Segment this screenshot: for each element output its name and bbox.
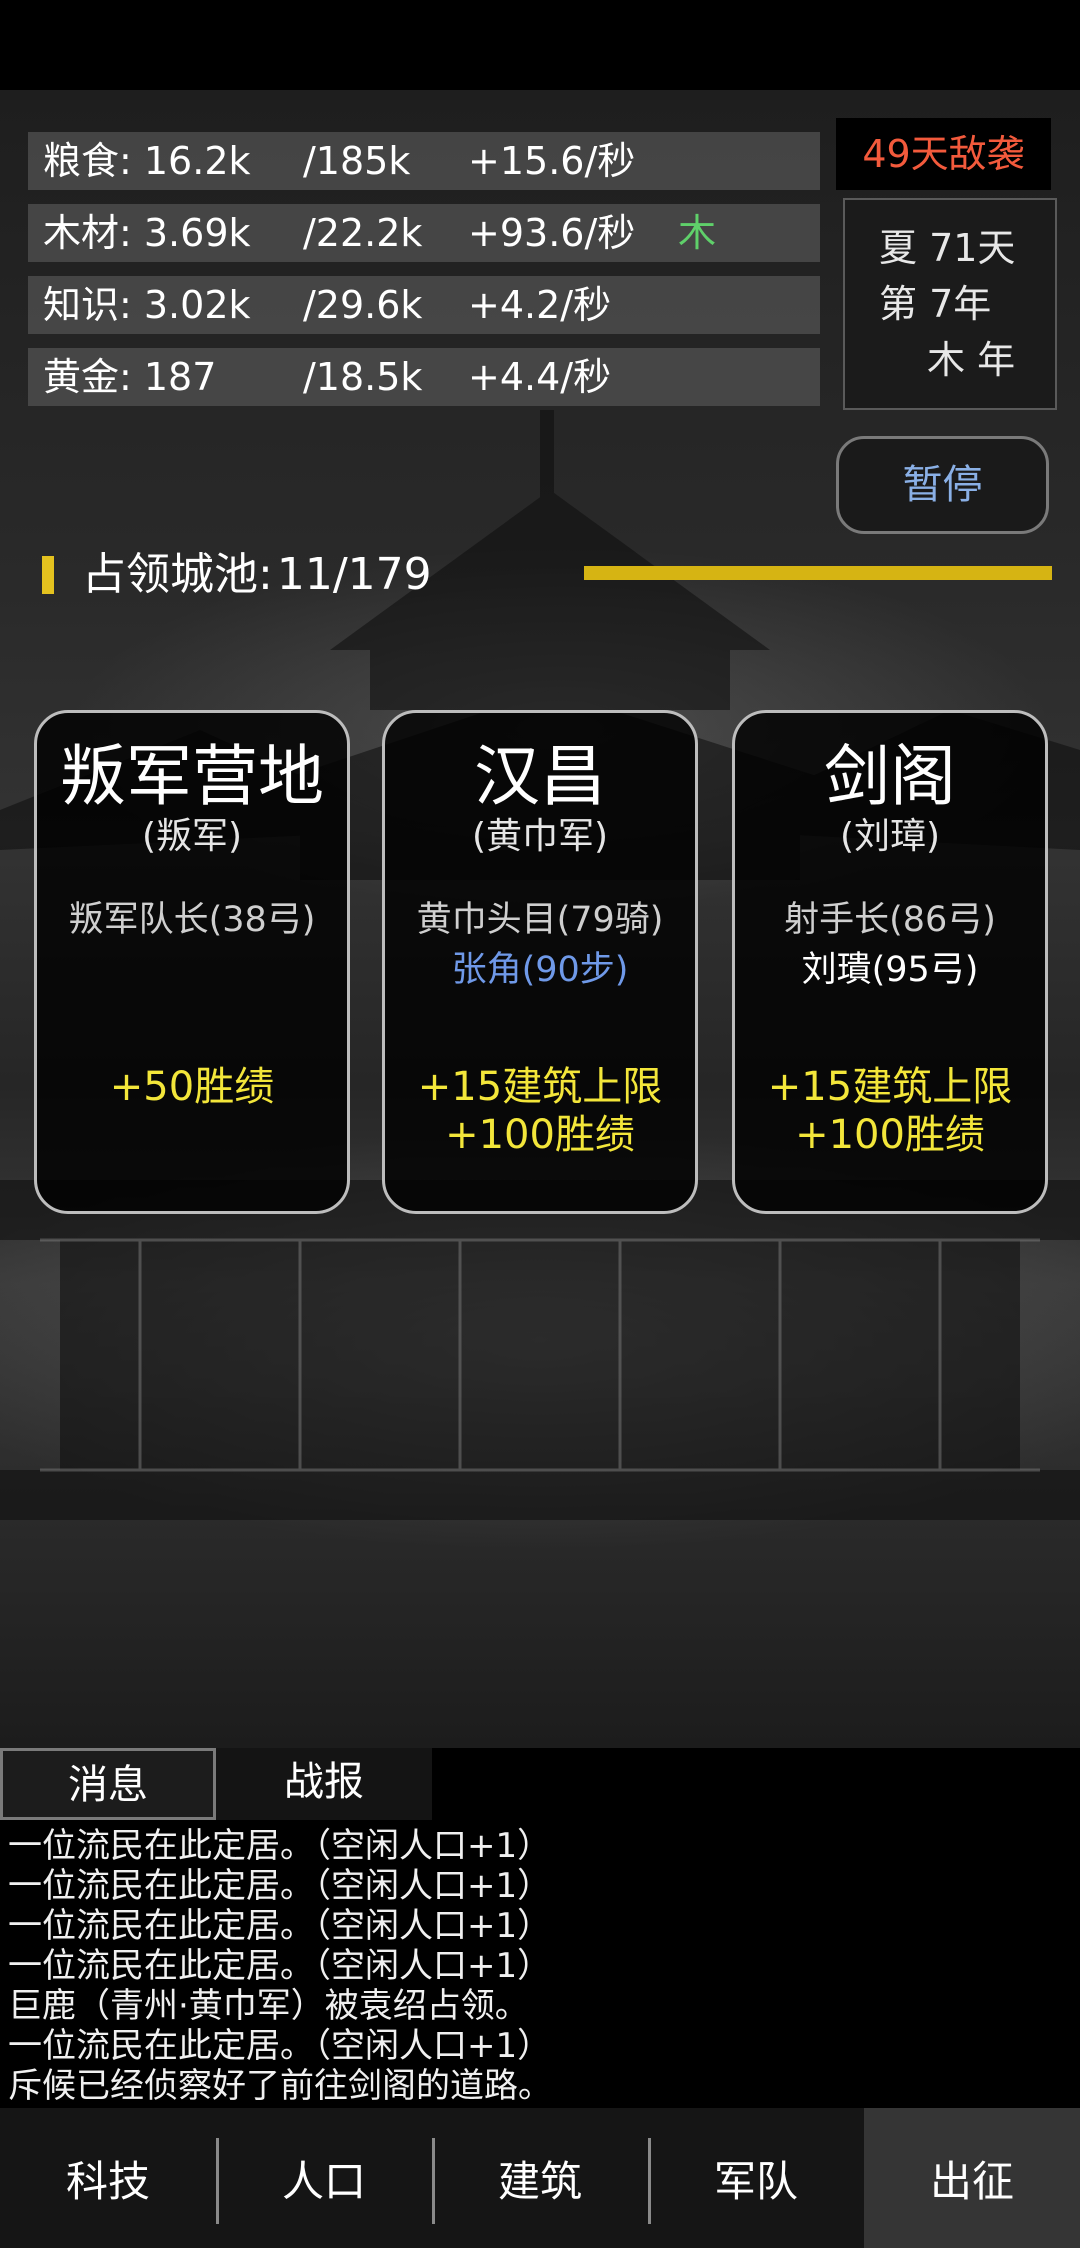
resource-capacity: /22.2k — [303, 211, 423, 255]
calendar-panel: 夏 71天 第 7年 木 年 — [843, 198, 1057, 410]
resource-amount: 粮食: 16.2k — [43, 139, 251, 183]
city-name: 汉昌 — [474, 738, 606, 815]
defender-general: 射手长(86弓) — [784, 900, 996, 940]
resource-capacity: /18.5k — [303, 355, 423, 399]
status-bar — [0, 0, 1080, 90]
resource-amount: 知识: 3.02k — [43, 283, 251, 327]
message-log[interactable]: 一位流民在此定居。（空闲人口+1） 一位流民在此定居。（空闲人口+1） 一位流民… — [0, 1820, 1080, 2108]
resource-rate: +15.6/秒 — [468, 139, 636, 183]
city-faction: (刘璋) — [839, 816, 941, 857]
log-line: 一位流民在此定居。（空闲人口+1） — [8, 1826, 552, 1866]
resource-row-food: 粮食: 16.2k /185k +15.6/秒 — [28, 132, 820, 190]
reward-line: +100胜绩 — [445, 1112, 635, 1158]
resource-row-wood: 木材: 3.69k /22.2k +93.6/秒 木 — [28, 204, 820, 262]
year-element: 木 年 — [927, 338, 1016, 382]
city-faction: (叛军) — [141, 816, 243, 857]
resource-rate: +4.2/秒 — [468, 283, 612, 327]
defender-general: 叛军队长(38弓) — [68, 900, 316, 940]
city-name: 剑阁 — [824, 738, 956, 815]
bottom-nav: 科技 人口 建筑 军队 出征 — [0, 2108, 1080, 2248]
pause-button[interactable]: 暂停 — [836, 436, 1049, 534]
section-marker — [42, 556, 54, 594]
city-rewards: +50胜绩 — [37, 1063, 347, 1111]
conquest-progress-fill — [584, 566, 1052, 580]
log-line: 一位流民在此定居。（空闲人口+1） — [8, 1866, 552, 1906]
captured-cities-count: 11/179 — [276, 549, 432, 600]
resource-amount: 黄金: 187 — [43, 355, 217, 399]
reward-line: +50胜绩 — [109, 1064, 275, 1110]
resource-row-gold: 黄金: 187 /18.5k +4.4/秒 — [28, 348, 820, 406]
log-line: 巨鹿（青州·黄巾军）被袁绍占领。 — [8, 1986, 529, 2026]
city-rewards: +15建筑上限 +100胜绩 — [385, 1063, 695, 1159]
city-rewards: +15建筑上限 +100胜绩 — [735, 1063, 1045, 1159]
city-card-hanchang[interactable]: 汉昌 (黄巾军) 黄巾头目(79骑) 张角(90步) +15建筑上限 +100胜… — [382, 710, 698, 1214]
year-number: 第 7年 — [879, 282, 992, 326]
city-name: 叛军营地 — [60, 738, 324, 815]
defender-general: 黄巾头目(79骑) — [416, 900, 664, 940]
enemy-attack-countdown: 49天敌袭 — [836, 118, 1051, 190]
tab-battle-report[interactable]: 战报 — [216, 1748, 432, 1820]
resource-rate: +4.4/秒 — [468, 355, 612, 399]
resource-capacity: /29.6k — [303, 283, 423, 327]
reward-line: +100胜绩 — [795, 1112, 985, 1158]
year-element-tag: 木 — [678, 211, 717, 255]
log-tabs: 消息 战报 — [0, 1748, 1080, 1820]
log-line: 一位流民在此定居。（空闲人口+1） — [8, 1946, 552, 1986]
nav-expedition[interactable]: 出征 — [864, 2108, 1080, 2248]
defender-general-2: 张角(90步) — [451, 950, 629, 990]
tab-messages[interactable]: 消息 — [0, 1748, 216, 1820]
resource-rate: +93.6/秒 — [468, 211, 636, 255]
city-card-rebel-camp[interactable]: 叛军营地 (叛军) 叛军队长(38弓) +50胜绩 — [34, 710, 350, 1214]
season-day: 夏 71天 — [879, 226, 1016, 270]
log-line: 一位流民在此定居。（空闲人口+1） — [8, 2026, 552, 2066]
reward-line: +15建筑上限 — [417, 1064, 663, 1110]
resource-row-knowledge: 知识: 3.02k /29.6k +4.2/秒 — [28, 276, 820, 334]
defender-general-2: 刘璝(95弓) — [801, 950, 979, 990]
defender-general-2 — [37, 945, 347, 995]
log-line: 斥候已经侦察好了前往剑阁的道路。 — [8, 2066, 552, 2106]
resource-capacity: /185k — [303, 139, 411, 183]
resource-amount: 木材: 3.69k — [43, 211, 251, 255]
nav-tech[interactable]: 科技 — [0, 2108, 216, 2248]
city-faction: (黄巾军) — [471, 816, 609, 857]
nav-army[interactable]: 军队 — [648, 2108, 864, 2248]
nav-population[interactable]: 人口 — [216, 2108, 432, 2248]
log-line: 一位流民在此定居。（空闲人口+1） — [8, 1906, 552, 1946]
captured-cities-label: 占领城池: — [82, 549, 273, 600]
reward-line: +15建筑上限 — [767, 1064, 1013, 1110]
conquest-progress-bar — [584, 566, 1052, 580]
city-card-jiange[interactable]: 剑阁 (刘璋) 射手长(86弓) 刘璝(95弓) +15建筑上限 +100胜绩 — [732, 710, 1048, 1214]
nav-buildings[interactable]: 建筑 — [432, 2108, 648, 2248]
